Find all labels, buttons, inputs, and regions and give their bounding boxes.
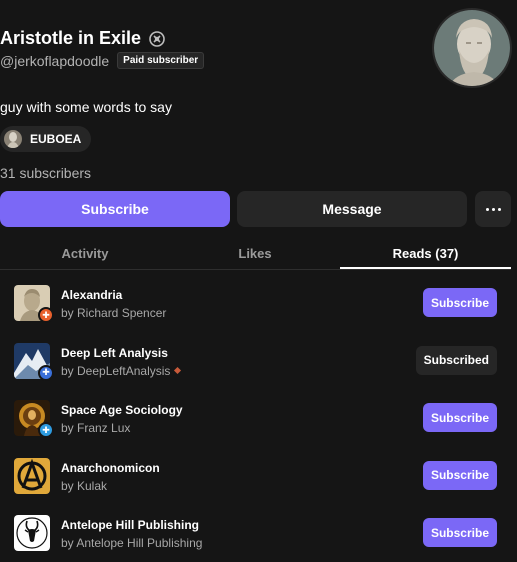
- more-dots-icon: [485, 207, 501, 211]
- anarchonomicon-logo-icon: [14, 457, 50, 494]
- avatar[interactable]: [432, 8, 512, 88]
- author-text: by Franz Lux: [61, 421, 131, 435]
- list-item[interactable]: ✚ Deep Left Analysis by DeepLeftAnalysis…: [14, 341, 511, 399]
- bestseller-diamond-icon: [174, 366, 182, 375]
- profile-bio: guy with some words to say: [0, 99, 172, 115]
- platform-badge-icon: ✚: [38, 422, 54, 438]
- list-item[interactable]: Anarchonomicon by Kulak Subscribe: [14, 456, 511, 514]
- substack-badge-icon: ✚: [38, 307, 54, 323]
- publication-chip-label: EUBOEA: [30, 132, 82, 146]
- handle-row: @jerkoflapdoodle Paid subscriber: [0, 52, 205, 69]
- subscribe-button[interactable]: Subscribe: [0, 191, 230, 227]
- verified-badge-icon[interactable]: [149, 30, 165, 47]
- profile-name: Aristotle in Exile: [0, 28, 165, 49]
- list-item[interactable]: ✚ Alexandria by Richard Spencer Subscrib…: [14, 283, 511, 341]
- paid-subscriber-badge: Paid subscriber: [117, 52, 205, 69]
- message-button[interactable]: Message: [237, 191, 467, 227]
- tab-reads[interactable]: Reads (37): [340, 238, 511, 269]
- profile-name-text: Aristotle in Exile: [0, 28, 142, 48]
- list-item[interactable]: Antelope Hill Publishing by Antelope Hil…: [14, 513, 511, 562]
- reads-list: ✚ Alexandria by Richard Spencer Subscrib…: [14, 283, 511, 562]
- item-subscribe-button[interactable]: Subscribe: [422, 288, 497, 317]
- item-subscribe-button[interactable]: Subscribe: [422, 460, 497, 490]
- item-subscribe-button[interactable]: Subscribe: [422, 403, 497, 432]
- platform-badge-icon: ✚: [38, 364, 54, 381]
- publication-author: by DeepLeftAnalysis: [61, 363, 182, 378]
- author-text: by Richard Spencer: [61, 306, 167, 320]
- publication-title[interactable]: Anarchonomicon: [61, 461, 160, 475]
- item-subscribe-button[interactable]: Subscribe: [422, 518, 497, 547]
- antelope-hill-logo-icon: [14, 515, 50, 551]
- publication-chip-icon: [4, 130, 22, 148]
- item-subscribed-button[interactable]: Subscribed: [415, 345, 497, 375]
- more-options-button[interactable]: [475, 191, 511, 227]
- publication-chip[interactable]: EUBOEA: [0, 126, 92, 152]
- author-text: by DeepLeftAnalysis: [61, 363, 171, 378]
- profile-handle: @jerkoflapdoodle: [0, 52, 110, 69]
- author-text: by Kulak: [61, 478, 108, 493]
- publication-author: by Antelope Hill Publishing: [61, 536, 202, 550]
- publication-title[interactable]: Deep Left Analysis: [61, 346, 168, 360]
- tab-activity[interactable]: Activity: [0, 238, 170, 269]
- publication-author: by Richard Spencer: [61, 306, 166, 320]
- tab-likes[interactable]: Likes: [170, 238, 340, 269]
- author-text: by Antelope Hill Publishing: [61, 536, 203, 550]
- publication-title[interactable]: Alexandria: [61, 288, 122, 302]
- publication-author: by Kulak: [61, 479, 107, 493]
- list-item[interactable]: ✚ Space Age Sociology by Franz Lux Subsc…: [14, 398, 511, 456]
- subscriber-count[interactable]: 31 subscribers: [0, 165, 91, 181]
- profile-tabs: Activity Likes Reads (37): [0, 238, 511, 270]
- publication-title[interactable]: Antelope Hill Publishing: [61, 518, 199, 532]
- publication-title[interactable]: Space Age Sociology: [61, 403, 183, 417]
- publication-author: by Franz Lux: [61, 421, 130, 435]
